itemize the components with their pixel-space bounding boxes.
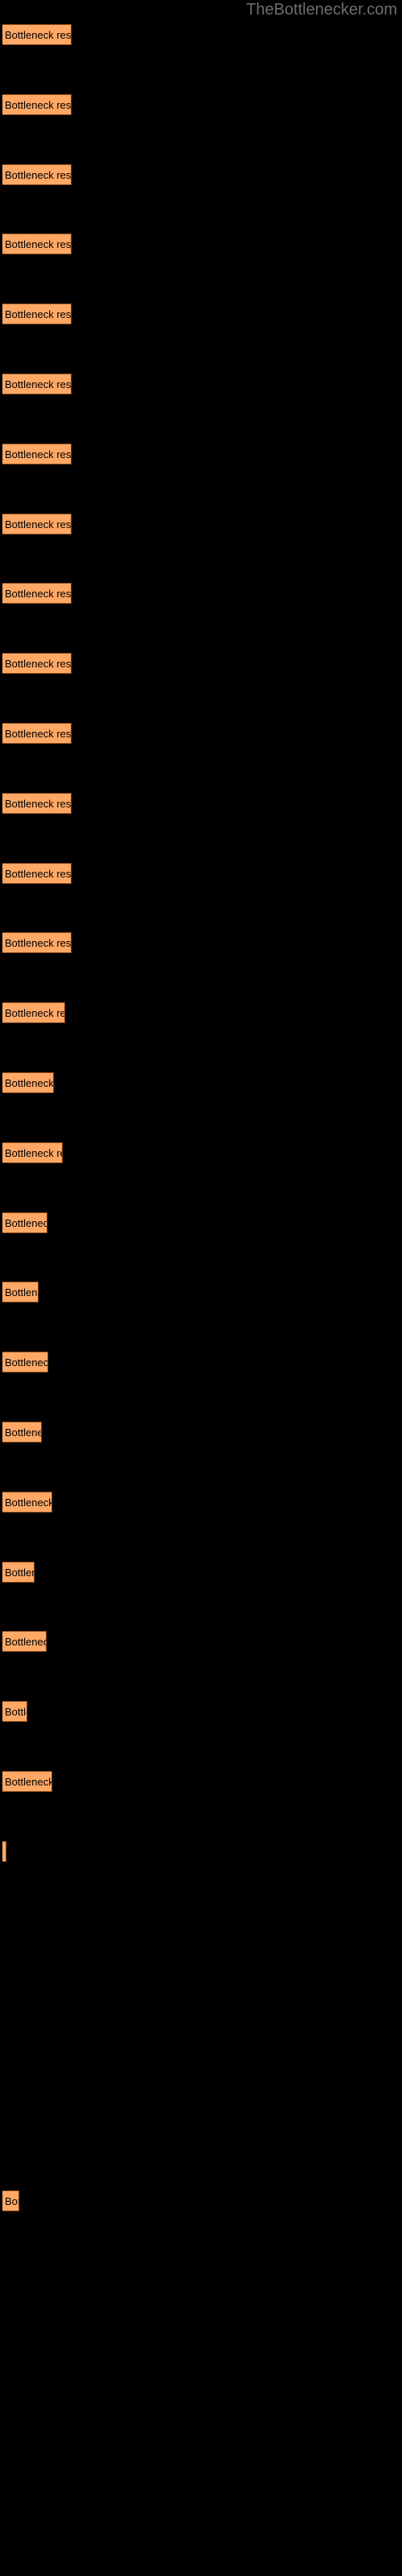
bar-row: Bottleneck result: [2, 233, 72, 255]
bar-label: Bottleneck result: [5, 378, 72, 390]
bar[interactable]: Bottleneck result: [2, 1701, 27, 1723]
bar-label: Bottleneck result: [5, 518, 72, 530]
bar-row: [2, 2260, 3, 2281]
bar[interactable]: Bottleneck result: [2, 1631, 47, 1653]
bar-row: Bottleneck result: [2, 1352, 48, 1373]
bar-row: Bottleneck result: [2, 1771, 52, 1792]
bar[interactable]: Bottleneck result: [2, 233, 72, 255]
bar[interactable]: Bottleneck result: [2, 1561, 35, 1583]
bar[interactable]: Bottleneck result: [2, 374, 72, 394]
bar[interactable]: Bottleneck result: [2, 303, 72, 325]
bar-label: Bottleneck result: [5, 1706, 27, 1719]
bar-row: [2, 2400, 3, 2421]
bar-row: [2, 1911, 3, 1932]
bar[interactable]: Bottleneck result: [2, 513, 72, 535]
bar-row: Bottleneck result: [2, 1840, 6, 1862]
bar-row: [2, 2050, 3, 2071]
bar-label: Bottleneck result: [5, 1356, 48, 1369]
bar[interactable]: Bottleneck result: [2, 2190, 19, 2211]
bar-label: Bottleneck result: [5, 238, 72, 251]
bar[interactable]: Bottleneck result: [2, 583, 72, 605]
bar-label: Bottleneck result: [5, 1566, 34, 1579]
bar[interactable]: Bottleneck result: [2, 1422, 42, 1443]
bar-row: Bottleneck result: [2, 653, 72, 675]
bar-row: Bottleneck result: [2, 792, 72, 814]
bar[interactable]: Bottleneck result: [2, 792, 72, 814]
bar-label: Bottleneck result: [5, 29, 72, 41]
bar-label: Bottleneck result: [5, 1636, 46, 1649]
bar-row: [2, 2120, 3, 2141]
bar-row: Bottleneck result: [2, 1701, 27, 1723]
bar-row: Bottleneck result: [2, 1561, 35, 1583]
bar-row: Bottleneck result: [2, 24, 72, 45]
bar-row: Bottleneck result: [2, 1002, 65, 1024]
bar-row: Bottleneck result: [2, 862, 72, 884]
bar-label: Bottleneck result: [5, 588, 72, 601]
bar-label: Bottleneck result: [5, 168, 72, 181]
bar-row: Bottleneck result: [2, 1631, 47, 1653]
bar[interactable]: Bottleneck result: [2, 1212, 47, 1233]
bar[interactable]: Bottleneck result: [2, 1491, 52, 1513]
bar-row: Bottleneck result: [2, 1491, 52, 1513]
bar-label: Bottleneck result: [5, 98, 72, 111]
bar-row: Bottleneck result: [2, 1141, 63, 1163]
bar-label: Bottleneck result: [5, 1077, 54, 1089]
bar[interactable]: Bottleneck result: [2, 93, 72, 115]
bar-row: Bottleneck result: [2, 1212, 47, 1233]
bar-label: Bottleneck result: [5, 797, 72, 810]
bar-row: Bottleneck result: [2, 2190, 19, 2211]
bar-label: Bottleneck result: [5, 2194, 18, 2207]
bar[interactable]: Bottleneck result: [2, 1771, 52, 1792]
bar[interactable]: Bottleneck result: [2, 932, 72, 954]
bar-row: Bottleneck result: [2, 1072, 54, 1093]
bar[interactable]: Bottleneck result: [2, 1352, 48, 1373]
bar-label: Bottleneck result: [5, 937, 72, 950]
bar[interactable]: Bottleneck result: [2, 24, 72, 45]
bar[interactable]: Bottleneck result: [2, 723, 72, 744]
bar-row: Bottleneck result: [2, 443, 72, 464]
bar-row: Bottleneck result: [2, 583, 72, 605]
bar-row: Bottleneck result: [2, 93, 72, 115]
bar-label: Bottleneck result: [5, 448, 72, 460]
bar[interactable]: Bottleneck result: [2, 163, 72, 185]
bar-label: Bottleneck result: [5, 1286, 38, 1299]
bar[interactable]: Bottleneck result: [2, 653, 72, 675]
bar[interactable]: Bottleneck result: [2, 1282, 39, 1303]
bar-row: Bottleneck result: [2, 374, 72, 394]
bar-row: Bottleneck result: [2, 723, 72, 744]
bar-row: [2, 1980, 3, 2001]
bar-label: Bottleneck result: [5, 728, 72, 740]
bar[interactable]: Bottleneck result: [2, 1141, 63, 1163]
bar[interactable]: Bottleneck result: [2, 443, 72, 464]
bar-label: Bottleneck result: [5, 308, 72, 321]
bar-row: Bottleneck result: [2, 303, 72, 325]
bar[interactable]: Bottleneck result: [2, 862, 72, 884]
bar-label: Bottleneck result: [5, 1776, 52, 1788]
bar-row: Bottleneck result: [2, 513, 72, 535]
bar-label: Bottleneck result: [5, 1146, 62, 1159]
bar-row: Bottleneck result: [2, 1282, 39, 1303]
bar-row: [2, 2470, 3, 2491]
bar[interactable]: Bottleneck result: [2, 1072, 54, 1093]
bar-label: Bottleneck result: [5, 1216, 47, 1229]
bar-row: Bottleneck result: [2, 932, 72, 954]
bar-label: Bottleneck result: [5, 1842, 6, 1861]
bar-label: Bottleneck result: [5, 867, 72, 880]
bar-label: Bottleneck result: [5, 1007, 64, 1020]
bar-label: Bottleneck result: [5, 1496, 52, 1509]
bar-label: Bottleneck result: [5, 1426, 41, 1439]
bar-label: Bottleneck result: [5, 658, 72, 671]
bar-row: Bottleneck result: [2, 163, 72, 185]
bar[interactable]: Bottleneck result: [2, 1840, 6, 1862]
bar-row: [2, 2330, 3, 2351]
bar-row: Bottleneck result: [2, 1422, 42, 1443]
bar[interactable]: Bottleneck result: [2, 1002, 65, 1024]
bottleneck-bar-chart: Bottleneck result Bottleneck result Bottle…: [0, 0, 402, 2576]
